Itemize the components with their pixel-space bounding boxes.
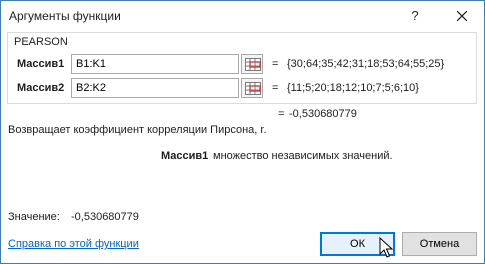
collapse-dialog-icon bbox=[245, 82, 261, 95]
collapse-dialog-icon bbox=[245, 58, 261, 71]
arg-description-text: множество независимых значений. bbox=[213, 150, 393, 162]
arg1-ref-button[interactable] bbox=[241, 54, 263, 74]
close-button[interactable] bbox=[447, 5, 477, 27]
function-name: PEARSON bbox=[12, 36, 70, 48]
function-result: -0,530680779 bbox=[289, 108, 357, 120]
dialog-title: Аргументы функции bbox=[9, 9, 121, 23]
arg2-input[interactable] bbox=[71, 78, 239, 98]
arg-description-name: Массив1 bbox=[161, 150, 209, 162]
value-result: -0,530680779 bbox=[71, 211, 139, 223]
mouse-cursor-icon bbox=[379, 237, 393, 258]
help-link[interactable]: Справка по этой функции bbox=[8, 238, 139, 250]
arg2-result: {11;5;20;18;12;10;7;5;6;10} bbox=[287, 82, 419, 94]
result-equals: = bbox=[278, 108, 285, 120]
function-arguments-dialog: Аргументы функции ? PEARSON Массив1 = {3… bbox=[0, 0, 485, 264]
function-description: Возвращает коэффициент корреляции Пирсон… bbox=[8, 124, 267, 136]
arg1-input[interactable] bbox=[71, 54, 239, 74]
arg1-result: {30;64;35;42;31;18;53;64;55;25} bbox=[287, 58, 445, 70]
close-icon bbox=[456, 10, 468, 22]
cancel-button[interactable]: Отмена bbox=[402, 232, 477, 256]
arg1-equals: = bbox=[272, 58, 279, 70]
help-button[interactable]: ? bbox=[403, 5, 427, 27]
value-label: Значение: bbox=[8, 211, 60, 223]
title-bar[interactable]: Аргументы функции ? bbox=[1, 1, 484, 31]
arg2-label: Массив2 bbox=[17, 82, 65, 94]
arg2-equals: = bbox=[272, 82, 279, 94]
arg2-ref-button[interactable] bbox=[241, 78, 263, 98]
arg1-label: Массив1 bbox=[17, 58, 65, 70]
